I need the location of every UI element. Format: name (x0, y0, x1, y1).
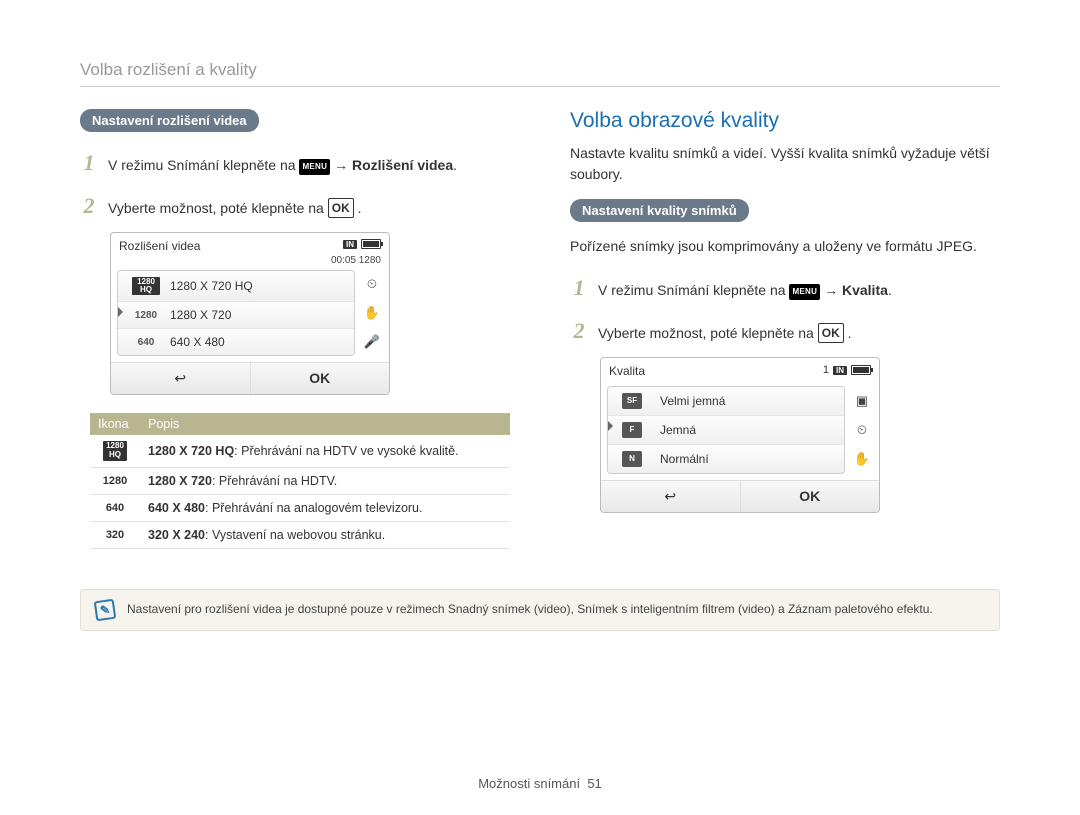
resolution-table: Ikona Popis 1280 HQ1280 X 720 HQ: Přehrá… (90, 413, 510, 549)
lcd-subinfo: 00:05 1280 (111, 255, 389, 270)
section-pill-video-res: Nastavení rozlišení videa (80, 109, 259, 132)
table-row: 320320 X 240: Vystavení na webovou strán… (90, 521, 510, 548)
quality-icon: F (622, 422, 642, 438)
battery-icon (361, 239, 381, 249)
row-icon-cell: 320 (90, 521, 140, 548)
ok-button[interactable]: OK (741, 481, 880, 512)
lcd-option[interactable]: 1280 HQ 1280 X 720 HQ (118, 271, 354, 302)
in-badge: IN (833, 366, 847, 375)
row-desc-cell: 320 X 240: Vystavení na webovou stránku. (140, 521, 510, 548)
row-icon-cell: 1280 HQ (90, 435, 140, 467)
step-number: 2 (80, 189, 98, 222)
note-text: Nastavení pro rozlišení videa je dostupn… (127, 600, 933, 620)
mic-icon: 🎤 (364, 334, 380, 350)
info-note: ✎ Nastavení pro rozlišení videa je dostu… (80, 589, 1000, 631)
row-desc-cell: 1280 X 720 HQ: Přehrávání na HDTV ve vys… (140, 435, 510, 467)
option-icon: 1280 (132, 310, 160, 321)
ok-icon: OK (328, 198, 354, 218)
hand-icon: ✋ (854, 451, 870, 467)
step2-pre: Vyberte možnost, poté klepněte na (108, 200, 324, 216)
lcd-option-list: 1280 HQ1280 X 720 HQ12801280 X 720640640… (117, 270, 355, 356)
page-title: Volba rozlišení a kvality (80, 60, 1000, 87)
in-badge: IN (343, 240, 357, 249)
step-number: 1 (80, 146, 98, 179)
quality-intro: Nastavte kvalitu snímků a videí. Vyšší k… (570, 143, 1000, 185)
ok-icon: OK (818, 323, 844, 343)
table-row: 12801280 X 720: Přehrávání na HDTV. (90, 467, 510, 494)
counter: 1 (823, 364, 829, 376)
option-icon: 1280 HQ (132, 277, 160, 295)
footer-section: Možnosti snímání (478, 776, 580, 791)
row-icon-cell: 640 (90, 494, 140, 521)
option-label: 1280 X 720 HQ (170, 279, 253, 293)
hand-icon: ✋ (364, 305, 380, 321)
menu-icon: MENU (299, 159, 330, 175)
footer-page-number: 51 (587, 776, 601, 791)
back-button[interactable] (601, 481, 741, 512)
back-button[interactable] (111, 363, 251, 394)
table-row: 640640 X 480: Přehrávání na analogovém t… (90, 494, 510, 521)
option-label: Velmi jemná (660, 394, 725, 408)
step1-target: → Rozlišení videa (334, 157, 453, 173)
step1-pre: V režimu Snímání klepněte na (108, 157, 296, 173)
r-step2-pre: Vyberte možnost, poté klepněte na (598, 325, 814, 341)
row-icon-cell: 1280 (90, 467, 140, 494)
ok-button[interactable]: OK (251, 363, 390, 394)
timer-icon: ⏲ (367, 276, 377, 292)
option-icon: 640 (132, 337, 160, 348)
battery-icon (851, 365, 871, 375)
lcd-video-resolution: Rozlišení videa IN 00:05 1280 1280 HQ128… (110, 232, 390, 395)
section-pill-image-quality: Nastavení kvality snímků (570, 199, 749, 222)
aspect-icon: ▣ (856, 393, 868, 409)
jpeg-note: Pořízené snímky jsou komprimovány a ulož… (570, 236, 1000, 257)
quality-icon: N (622, 451, 642, 467)
section-heading-quality: Volba obrazové kvality (570, 109, 1000, 133)
lcd-option[interactable]: 1280 1280 X 720 (118, 302, 354, 329)
lcd-option-list: SF Velmi jemná F Jemná N Normální (607, 386, 845, 474)
step-number: 2 (570, 314, 588, 347)
step-1-right: 1 V režimu Snímání klepněte na MENU → Kv… (570, 271, 1000, 304)
table-row: 1280 HQ1280 X 720 HQ: Přehrávání na HDTV… (90, 435, 510, 467)
lcd-title: Kvalita (609, 364, 645, 378)
option-label: Normální (660, 452, 709, 466)
quality-icon: SF (622, 393, 642, 409)
step-number: 1 (570, 271, 588, 304)
step-2-right: 2 Vyberte možnost, poté klepněte na OK . (570, 314, 1000, 347)
step-2: 2 Vyberte možnost, poté klepněte na OK . (80, 189, 510, 222)
th-icon: Ikona (90, 413, 140, 435)
lcd-option[interactable]: F Jemná (608, 416, 844, 445)
option-label: Jemná (660, 423, 696, 437)
lcd-option[interactable]: 640 640 X 480 (118, 329, 354, 355)
row-desc-cell: 1280 X 720: Přehrávání na HDTV. (140, 467, 510, 494)
r-step1-pre: V režimu Snímání klepněte na (598, 282, 786, 298)
step-1: 1 V režimu Snímání klepněte na MENU → Ro… (80, 146, 510, 179)
row-desc-cell: 640 X 480: Přehrávání na analogovém tele… (140, 494, 510, 521)
option-label: 640 X 480 (170, 335, 225, 349)
timer-icon: ⏲ (857, 422, 867, 438)
lcd-title: Rozlišení videa (119, 239, 200, 253)
info-icon: ✎ (94, 598, 117, 621)
menu-icon: MENU (789, 284, 820, 300)
lcd-option[interactable]: N Normální (608, 445, 844, 473)
option-label: 1280 X 720 (170, 308, 231, 322)
lcd-quality: Kvalita 1 IN SF Velmi jemná F Jemná N Normáln… (600, 357, 880, 513)
lcd-option[interactable]: SF Velmi jemná (608, 387, 844, 416)
th-desc: Popis (140, 413, 510, 435)
page-footer: Možnosti snímání 51 (0, 776, 1080, 791)
r-step1-target: → Kvalita (824, 282, 888, 298)
